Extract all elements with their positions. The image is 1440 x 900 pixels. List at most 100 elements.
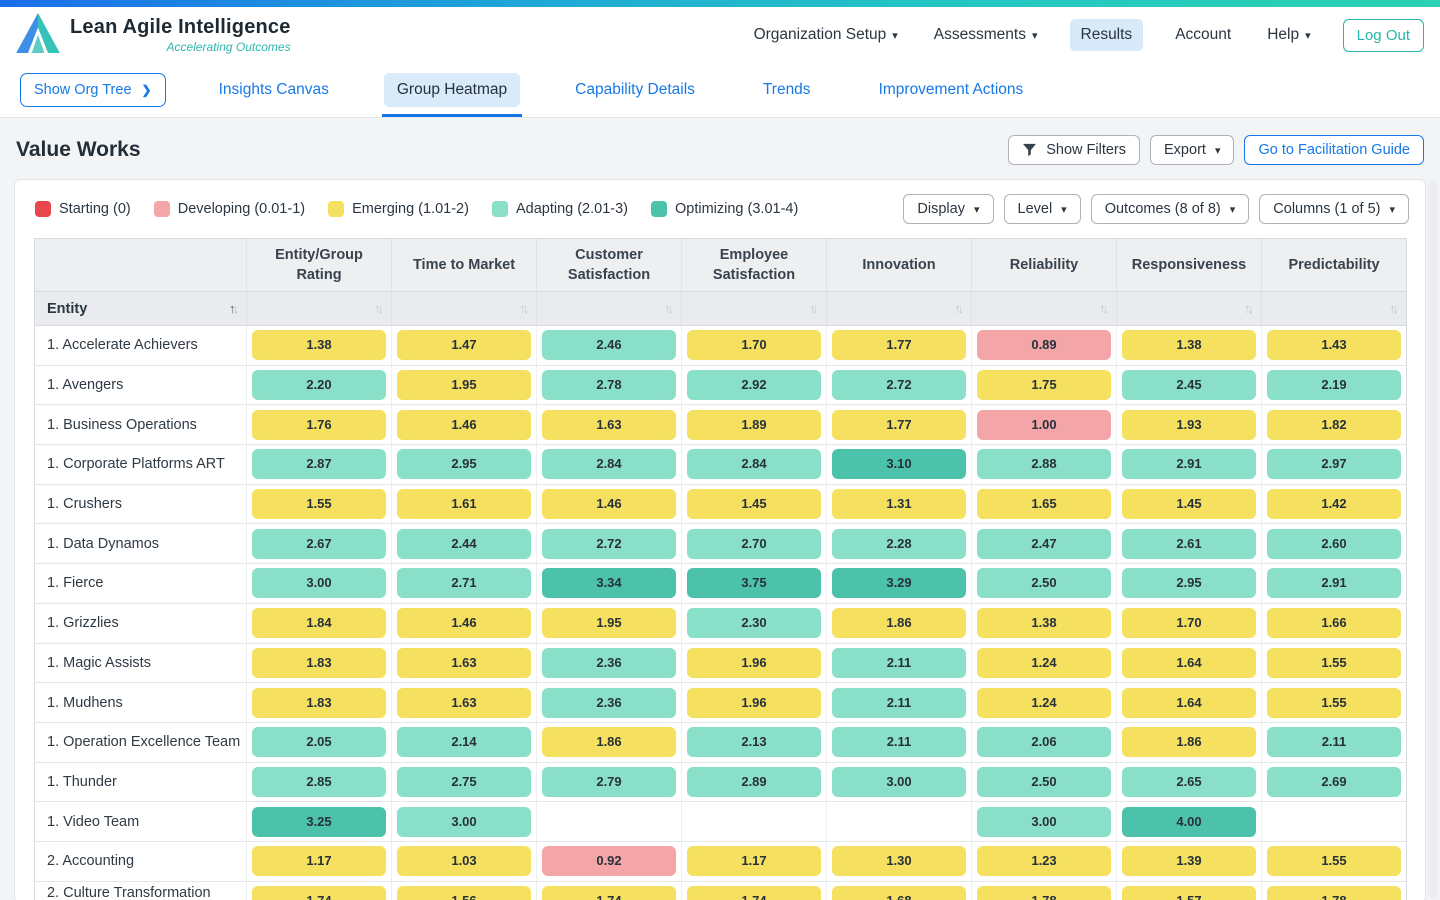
nav-item-account[interactable]: Account	[1171, 19, 1235, 51]
rating-pill-emerging[interactable]: 1.30	[832, 846, 966, 876]
export-button[interactable]: Export ▾	[1150, 135, 1234, 165]
rating-pill-emerging[interactable]: 1.65	[977, 489, 1111, 519]
rating-pill-adapting[interactable]: 2.30	[687, 608, 821, 638]
rating-pill-adapting[interactable]: 2.36	[542, 648, 676, 678]
rating-pill-adapting[interactable]: 2.11	[832, 688, 966, 718]
rating-pill-adapting[interactable]: 2.11	[832, 727, 966, 757]
rating-pill-optimizing[interactable]: 4.00	[1122, 807, 1256, 837]
rating-pill-emerging[interactable]: 1.61	[397, 489, 531, 519]
rating-pill-emerging[interactable]: 1.83	[252, 648, 386, 678]
rating-pill-emerging[interactable]: 1.83	[252, 688, 386, 718]
rating-pill-emerging[interactable]: 1.96	[687, 688, 821, 718]
rating-pill-emerging[interactable]: 1.66	[1267, 608, 1401, 638]
rating-pill-emerging[interactable]: 1.17	[252, 846, 386, 876]
tab-improvement-actions[interactable]: Improvement Actions	[866, 63, 1037, 117]
rating-pill-emerging[interactable]: 1.57	[1122, 886, 1256, 900]
rating-pill-emerging[interactable]: 1.64	[1122, 648, 1256, 678]
show-filters-button[interactable]: Show Filters	[1008, 135, 1140, 165]
rating-pill-adapting[interactable]: 2.91	[1122, 449, 1256, 479]
rating-pill-adapting[interactable]: 2.71	[397, 568, 531, 598]
tab-group-heatmap[interactable]: Group Heatmap	[384, 63, 520, 117]
sort-employee-satisfaction-icon[interactable]: ↑↓	[809, 301, 816, 316]
sort-entity-group-rating-icon[interactable]: ↑↓	[374, 301, 381, 316]
rating-pill-emerging[interactable]: 1.93	[1122, 410, 1256, 440]
rating-pill-emerging[interactable]: 1.03	[397, 846, 531, 876]
rating-pill-emerging[interactable]: 1.55	[252, 489, 386, 519]
rating-pill-adapting[interactable]: 2.75	[397, 767, 531, 797]
rating-pill-emerging[interactable]: 1.24	[977, 688, 1111, 718]
rating-pill-emerging[interactable]: 1.39	[1122, 846, 1256, 876]
rating-pill-emerging[interactable]: 1.47	[397, 330, 531, 360]
rating-pill-optimizing[interactable]: 3.75	[687, 568, 821, 598]
rating-pill-adapting[interactable]: 2.13	[687, 727, 821, 757]
rating-pill-emerging[interactable]: 1.86	[542, 727, 676, 757]
table-scrollbar[interactable]	[1428, 180, 1438, 898]
rating-pill-developing[interactable]: 0.89	[977, 330, 1111, 360]
rating-pill-emerging[interactable]: 1.17	[687, 846, 821, 876]
rating-pill-adapting[interactable]: 2.78	[542, 370, 676, 400]
rating-pill-adapting[interactable]: 3.00	[397, 807, 531, 837]
nav-item-help[interactable]: Help▾	[1263, 19, 1314, 51]
rating-pill-emerging[interactable]: 1.55	[1267, 846, 1401, 876]
sort-reliability-icon[interactable]: ↑↓	[1099, 301, 1106, 316]
log-out-button[interactable]: Log Out	[1343, 19, 1424, 52]
rating-pill-adapting[interactable]: 2.79	[542, 767, 676, 797]
rating-pill-adapting[interactable]: 2.45	[1122, 370, 1256, 400]
rating-pill-adapting[interactable]: 2.19	[1267, 370, 1401, 400]
rating-pill-adapting[interactable]: 2.67	[252, 529, 386, 559]
show-org-tree-button[interactable]: Show Org Tree ❯	[20, 73, 166, 107]
rating-pill-adapting[interactable]: 2.50	[977, 568, 1111, 598]
tab-trends[interactable]: Trends	[750, 63, 824, 117]
rating-pill-emerging[interactable]: 1.31	[832, 489, 966, 519]
rating-pill-emerging[interactable]: 1.78	[977, 886, 1111, 900]
rating-pill-emerging[interactable]: 1.38	[977, 608, 1111, 638]
rating-pill-adapting[interactable]: 2.65	[1122, 767, 1256, 797]
rating-pill-emerging[interactable]: 1.46	[397, 410, 531, 440]
rating-pill-adapting[interactable]: 2.72	[832, 370, 966, 400]
rating-pill-adapting[interactable]: 2.85	[252, 767, 386, 797]
columns-1-of-5-dropdown[interactable]: Columns (1 of 5)▾	[1259, 194, 1409, 224]
rating-pill-emerging[interactable]: 1.38	[1122, 330, 1256, 360]
rating-pill-adapting[interactable]: 2.92	[687, 370, 821, 400]
rating-pill-developing[interactable]: 1.00	[977, 410, 1111, 440]
rating-pill-emerging[interactable]: 1.89	[687, 410, 821, 440]
rating-pill-adapting[interactable]: 2.97	[1267, 449, 1401, 479]
rating-pill-emerging[interactable]: 1.42	[1267, 489, 1401, 519]
level-dropdown[interactable]: Level▾	[1004, 194, 1081, 224]
brand-logo[interactable]: Lean Agile Intelligence Accelerating Out…	[16, 13, 291, 58]
rating-pill-adapting[interactable]: 2.88	[977, 449, 1111, 479]
rating-pill-emerging[interactable]: 1.55	[1267, 688, 1401, 718]
rating-pill-optimizing[interactable]: 3.25	[252, 807, 386, 837]
tab-capability-details[interactable]: Capability Details	[562, 63, 708, 117]
rating-pill-emerging[interactable]: 1.63	[397, 688, 531, 718]
nav-item-organization-setup[interactable]: Organization Setup▾	[750, 19, 902, 51]
rating-pill-emerging[interactable]: 1.68	[832, 886, 966, 900]
rating-pill-adapting[interactable]: 2.95	[397, 449, 531, 479]
rating-pill-adapting[interactable]: 2.20	[252, 370, 386, 400]
rating-pill-emerging[interactable]: 1.74	[542, 886, 676, 900]
rating-pill-emerging[interactable]: 1.74	[687, 886, 821, 900]
rating-pill-emerging[interactable]: 1.45	[1122, 489, 1256, 519]
rating-pill-adapting[interactable]: 2.89	[687, 767, 821, 797]
sort-time-to-market-icon[interactable]: ↑↓	[519, 301, 526, 316]
rating-pill-adapting[interactable]: 2.11	[1267, 727, 1401, 757]
rating-pill-emerging[interactable]: 1.70	[1122, 608, 1256, 638]
rating-pill-adapting[interactable]: 2.60	[1267, 529, 1401, 559]
rating-pill-adapting[interactable]: 2.70	[687, 529, 821, 559]
nav-item-results[interactable]: Results	[1070, 19, 1144, 51]
display-dropdown[interactable]: Display▾	[903, 194, 993, 224]
rating-pill-adapting[interactable]: 2.11	[832, 648, 966, 678]
rating-pill-adapting[interactable]: 2.06	[977, 727, 1111, 757]
rating-pill-adapting[interactable]: 2.36	[542, 688, 676, 718]
rating-pill-adapting[interactable]: 2.69	[1267, 767, 1401, 797]
rating-pill-emerging[interactable]: 1.46	[542, 489, 676, 519]
rating-pill-adapting[interactable]: 2.84	[542, 449, 676, 479]
rating-pill-emerging[interactable]: 1.86	[832, 608, 966, 638]
rating-pill-adapting[interactable]: 3.00	[977, 807, 1111, 837]
rating-pill-adapting[interactable]: 2.91	[1267, 568, 1401, 598]
rating-pill-adapting[interactable]: 2.61	[1122, 529, 1256, 559]
rating-pill-emerging[interactable]: 1.23	[977, 846, 1111, 876]
rating-pill-optimizing[interactable]: 3.34	[542, 568, 676, 598]
rating-pill-emerging[interactable]: 1.77	[832, 330, 966, 360]
rating-pill-developing[interactable]: 0.92	[542, 846, 676, 876]
